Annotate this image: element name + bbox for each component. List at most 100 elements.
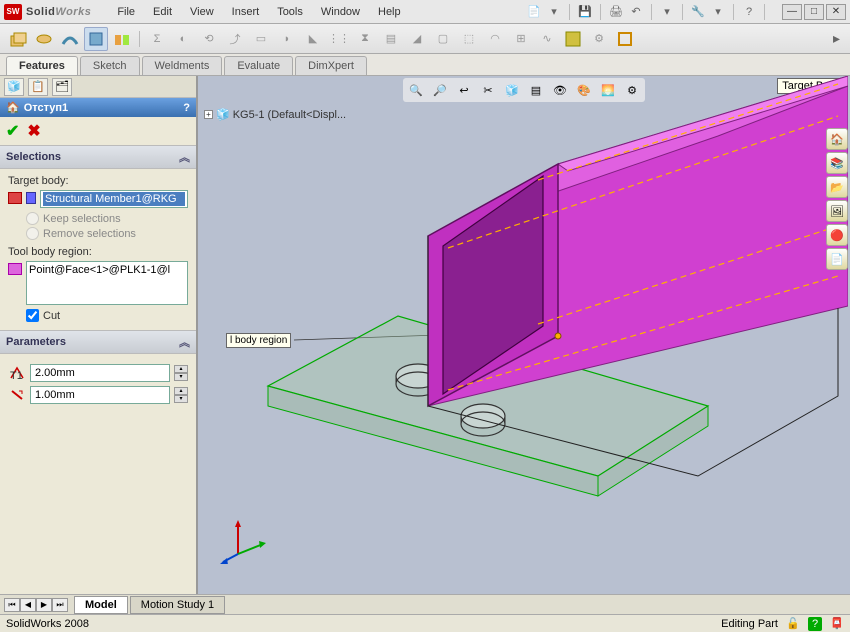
- param1-icon: T1: [8, 365, 26, 381]
- swept-boss-icon[interactable]: [58, 27, 82, 51]
- custom-props-icon[interactable]: 📄: [826, 248, 848, 270]
- curves-icon[interactable]: ∿: [535, 27, 559, 51]
- status-bar: SolidWorks 2008 Editing Part 🔓 ? 📮: [0, 614, 850, 632]
- revolved-cut-icon[interactable]: ⟲: [197, 27, 221, 51]
- tab-next-icon[interactable]: ▶: [36, 598, 52, 612]
- cut-label: Cut: [43, 310, 60, 322]
- param2-spinner[interactable]: ▴▾: [174, 387, 188, 403]
- swept-cut-icon[interactable]: ⤴: [223, 27, 247, 51]
- tab-prev-icon[interactable]: ◀: [20, 598, 36, 612]
- toolbar-overflow-icon[interactable]: ▸: [829, 30, 844, 47]
- reference-icon[interactable]: ⊞: [509, 27, 533, 51]
- target-body-label: Target body:: [8, 175, 188, 187]
- menu-tools[interactable]: Tools: [269, 4, 311, 20]
- tab-last-icon[interactable]: ⏭: [52, 598, 68, 612]
- param2-input[interactable]: 1.00mm: [30, 386, 170, 404]
- task-pane: 🏠 📚 📂 🖼 🔴 📄: [826, 128, 848, 270]
- feature-help-button[interactable]: ?: [183, 102, 190, 114]
- cut-checkbox[interactable]: [26, 309, 39, 322]
- bottom-tab-bar: ⏮ ◀ ▶ ⏭ Model Motion Study 1: [0, 594, 850, 614]
- tool-body-icon: [8, 263, 22, 275]
- menu-window[interactable]: Window: [313, 4, 368, 20]
- property-tab-icon[interactable]: 📋: [28, 78, 48, 96]
- feature-tree-tab-icon[interactable]: 🧊: [4, 78, 24, 96]
- mirror-icon[interactable]: ⧗: [353, 27, 377, 51]
- model-render: [198, 76, 848, 594]
- rebuild-icon[interactable]: 🔧: [690, 4, 706, 20]
- bottom-tab-model[interactable]: Model: [74, 596, 128, 614]
- status-help-icon[interactable]: ?: [808, 617, 822, 631]
- tab-weldments[interactable]: Weldments: [142, 56, 223, 75]
- ok-button[interactable]: ✔: [6, 121, 19, 141]
- undo-icon[interactable]: ↶: [628, 4, 644, 20]
- cancel-button[interactable]: ✖: [27, 121, 40, 141]
- hole-wizard-icon[interactable]: ◐: [171, 27, 195, 51]
- revolved-boss-icon[interactable]: [32, 27, 56, 51]
- menu-edit[interactable]: Edit: [145, 4, 180, 20]
- feature-toolbar: Σ ◐ ⟲ ⤴ ▭ ◗ ◣ ⋮⋮ ⧗ ▤ ◢ ▢ ⬚ ◠ ⊞ ∿ ⚙ ▸: [0, 24, 850, 54]
- keep-selections-label: Keep selections: [43, 213, 121, 225]
- tab-evaluate[interactable]: Evaluate: [224, 56, 293, 75]
- extruded-cut-icon[interactable]: Σ: [145, 27, 169, 51]
- file-explorer-icon[interactable]: 📂: [826, 176, 848, 198]
- menu-file[interactable]: File: [109, 4, 143, 20]
- dome-icon[interactable]: ◠: [483, 27, 507, 51]
- view-palette-icon[interactable]: 🖼: [826, 200, 848, 222]
- maximize-button[interactable]: □: [804, 4, 824, 20]
- keep-selections-input: [26, 212, 39, 225]
- menu-view[interactable]: View: [182, 4, 222, 20]
- param1-spinner[interactable]: ▴▾: [174, 365, 188, 381]
- config-tab-icon[interactable]: 🗂: [52, 78, 72, 96]
- menu-help[interactable]: Help: [370, 4, 409, 20]
- tool-body-field[interactable]: Point@Face<1>@PLK1-1@l: [26, 261, 188, 305]
- graphics-viewport[interactable]: 🔍 🔎 ↩ ✂ 🧊 ▤ 👁 🎨 🌅 ⚙ + 🧊 KG5-1 (Default<D…: [198, 76, 850, 594]
- select-icon[interactable]: ▾: [659, 4, 675, 20]
- tab-features[interactable]: Features: [6, 56, 78, 75]
- tab-dimxpert[interactable]: DimXpert: [295, 56, 367, 75]
- chamfer-icon[interactable]: ◣: [301, 27, 325, 51]
- close-button[interactable]: ✕: [826, 4, 846, 20]
- extruded-boss-icon[interactable]: [6, 27, 30, 51]
- appearances-icon[interactable]: 🔴: [826, 224, 848, 246]
- selections-group-body: Target body: Structural Member1@RKG Keep…: [0, 169, 196, 330]
- separator: [139, 31, 140, 47]
- cut-checkbox-row[interactable]: Cut: [26, 309, 188, 322]
- sw-resources-icon[interactable]: 🏠: [826, 128, 848, 150]
- parameters-label: Parameters: [6, 336, 66, 348]
- draft-icon[interactable]: ◢: [405, 27, 429, 51]
- toolbox-icon[interactable]: ⚙: [587, 27, 611, 51]
- target-body-field[interactable]: Structural Member1@RKG: [40, 190, 188, 208]
- print-icon[interactable]: 🖨: [608, 4, 624, 20]
- status-flag-icon[interactable]: 📮: [830, 617, 844, 631]
- design-library-icon[interactable]: 📚: [826, 152, 848, 174]
- options-icon[interactable]: ▾: [710, 4, 726, 20]
- tab-sketch[interactable]: Sketch: [80, 56, 140, 75]
- shell-icon[interactable]: ▢: [431, 27, 455, 51]
- tab-first-icon[interactable]: ⏮: [4, 598, 20, 612]
- parameters-group-header[interactable]: Parameters ︽: [0, 330, 196, 354]
- wrap-icon[interactable]: ⬚: [457, 27, 481, 51]
- selections-group-header[interactable]: Selections ︽: [0, 145, 196, 169]
- boundary-boss-icon[interactable]: [110, 27, 134, 51]
- target-body-icon: [8, 192, 22, 204]
- linear-pattern-icon[interactable]: ⋮⋮: [327, 27, 351, 51]
- bottom-tab-motion-study[interactable]: Motion Study 1: [130, 596, 225, 614]
- param1-input[interactable]: 2.00mm: [30, 364, 170, 382]
- new-doc-icon[interactable]: 📄: [526, 4, 542, 20]
- rib-icon[interactable]: ▤: [379, 27, 403, 51]
- open-doc-icon[interactable]: ▾: [546, 4, 562, 20]
- tool-body-value: Point@Face<1>@PLK1-1@l: [29, 264, 170, 276]
- orientation-triad-icon: [218, 514, 268, 564]
- app-logo-icon: SW: [4, 4, 22, 20]
- save-icon[interactable]: 💾: [577, 4, 593, 20]
- command-manager-tabs: Features Sketch Weldments Evaluate DimXp…: [0, 54, 850, 76]
- lofted-cut-icon[interactable]: ▭: [249, 27, 273, 51]
- minimize-button[interactable]: —: [782, 4, 802, 20]
- menu-insert[interactable]: Insert: [224, 4, 268, 20]
- lofted-boss-icon[interactable]: [84, 27, 108, 51]
- instant3d-icon[interactable]: [561, 27, 585, 51]
- status-unit-icon[interactable]: 🔓: [786, 617, 800, 631]
- weldments-icon[interactable]: [613, 27, 637, 51]
- help-icon[interactable]: ?: [741, 4, 757, 20]
- fillet-icon[interactable]: ◗: [275, 27, 299, 51]
